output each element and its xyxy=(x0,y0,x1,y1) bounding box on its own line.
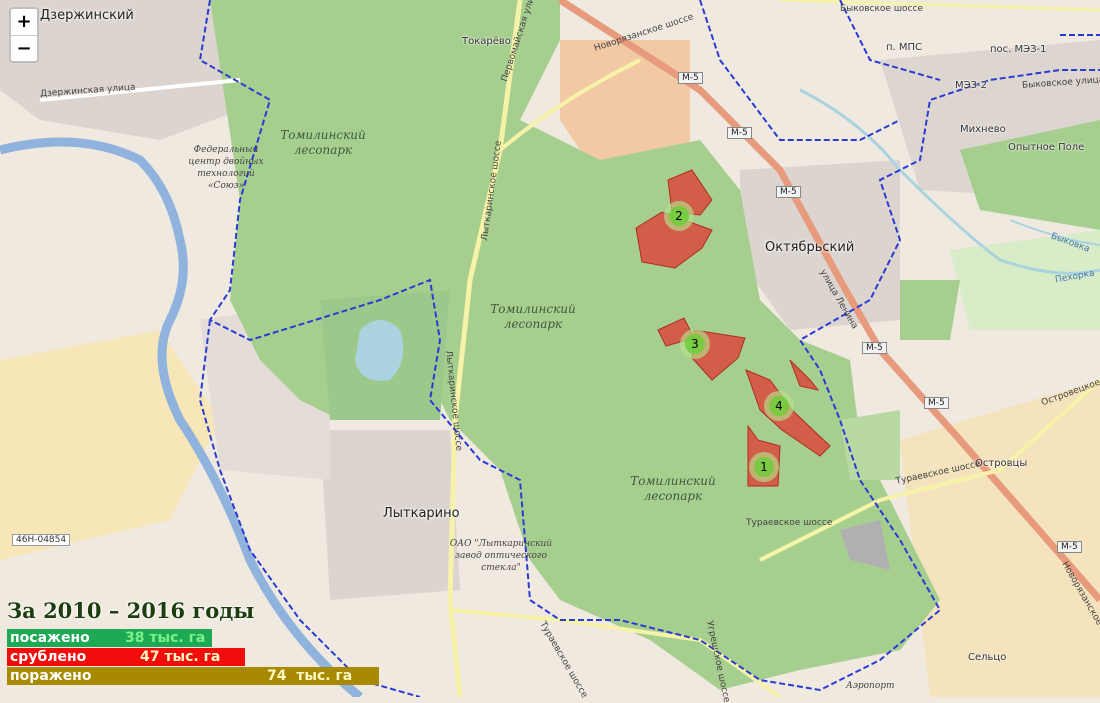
m5-shield: M-5 xyxy=(776,186,801,198)
cluster-marker[interactable]: 3 xyxy=(680,329,710,359)
stat-damaged: поражено 74 тыс. га xyxy=(7,667,379,685)
label-forest-3: Томилинский лесопарк xyxy=(630,474,716,503)
zoom-in-button[interactable]: + xyxy=(11,9,37,35)
stat-cut-label: срублено xyxy=(10,649,87,665)
stat-planted: посажено 38 тыс. га xyxy=(7,629,212,647)
label-dzerzhinsky: Дзержинский xyxy=(40,8,134,23)
map-canvas[interactable] xyxy=(0,0,1100,697)
label-turaevskoe-2: Тураевское шоссе xyxy=(746,518,833,528)
stat-damaged-value: 74 тыс. га xyxy=(267,668,353,684)
label-mikhnevo: Михнево xyxy=(960,124,1006,135)
label-mez2: МЭЗ-2 xyxy=(955,80,987,91)
m5-shield: M-5 xyxy=(862,342,887,354)
label-selco: Сельцо xyxy=(968,652,1007,663)
stat-planted-label: посажено xyxy=(10,630,90,646)
cluster-marker[interactable]: 2 xyxy=(664,201,694,231)
label-forest-2: Томилинский лесопарк xyxy=(490,302,576,331)
label-mez1: пос. МЭЗ-1 xyxy=(990,44,1047,55)
stat-cut-value: 47 тыс. га xyxy=(140,649,221,665)
zoom-control: + − xyxy=(9,7,39,63)
m5-shield: M-5 xyxy=(924,397,949,409)
cluster-marker[interactable]: 1 xyxy=(749,452,779,482)
label-lytkarino: Лыткарино xyxy=(383,506,460,521)
label-opytnoe: Опытное Поле xyxy=(1008,142,1085,153)
lake xyxy=(355,320,404,381)
stat-planted-value: 38 тыс. га xyxy=(125,630,206,646)
m5-shield: M-5 xyxy=(1057,541,1082,553)
zoom-out-button[interactable]: − xyxy=(11,35,37,61)
label-tokarevo: Токарёво xyxy=(462,36,511,47)
label-airport: Аэропорт xyxy=(846,681,895,691)
cluster-count: 2 xyxy=(669,206,689,226)
forest-patch xyxy=(900,280,960,340)
cluster-count: 4 xyxy=(769,396,789,416)
m5-shield: M-5 xyxy=(727,127,752,139)
stat-cut: срублено 47 тыс. га xyxy=(7,648,245,666)
cluster-count: 1 xyxy=(754,457,774,477)
label-poi-lzos: ОАО "Лыткаринский завод оптического стек… xyxy=(449,539,553,573)
meadow-patch xyxy=(840,410,900,480)
label-forest-1: Томилинский лесопарк xyxy=(280,128,366,157)
stats-title: За 2010 – 2016 годы xyxy=(7,598,255,623)
stat-damaged-label: поражено xyxy=(10,668,92,684)
label-poi-soyuz: Федеральный центр двойных технологий «Со… xyxy=(188,145,264,191)
cluster-count: 3 xyxy=(685,334,705,354)
label-bykovskoe: Быковское шоссе xyxy=(840,4,923,14)
label-mps: п. МПС xyxy=(886,42,923,53)
m5-shield: M-5 xyxy=(678,72,703,84)
cluster-marker[interactable]: 4 xyxy=(764,391,794,421)
label-ostrovtsy: Островцы xyxy=(975,458,1028,469)
road-46n-04854: 46Н-04854 xyxy=(12,534,71,546)
label-oktyabrsky: Октябрьский xyxy=(765,240,855,255)
